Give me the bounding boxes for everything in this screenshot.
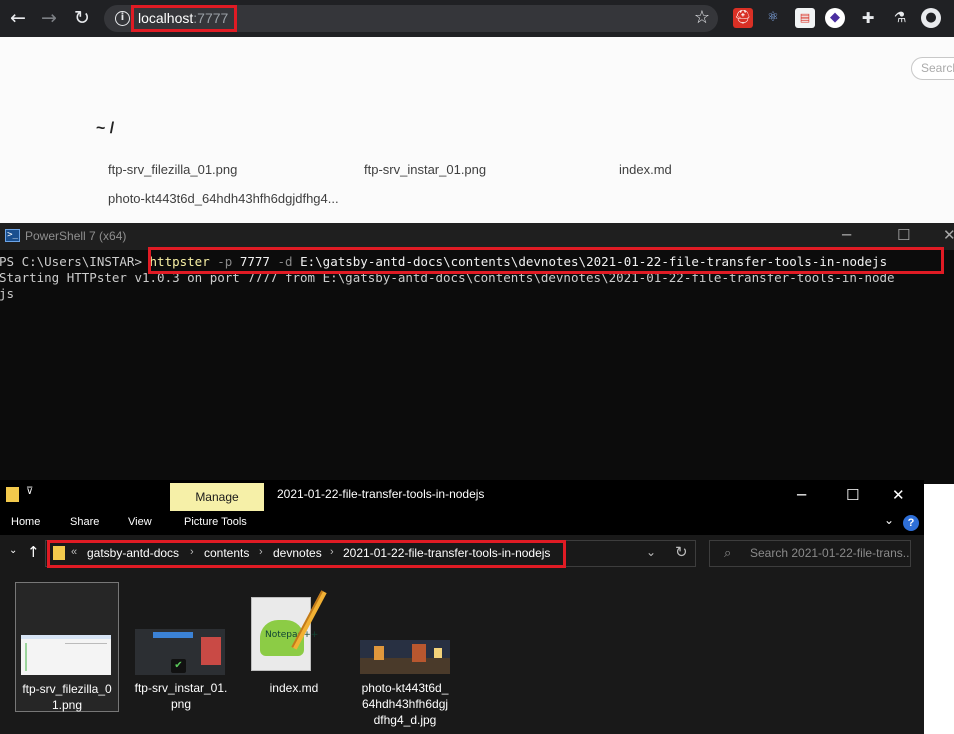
react-devtools-icon[interactable]: ⚛ <box>763 8 783 28</box>
refresh-icon[interactable]: ↻ <box>675 543 688 561</box>
explorer-title: 2021-01-22-file-transfer-tools-in-nodejs <box>277 487 485 501</box>
url-host: localhost <box>138 10 194 26</box>
file-link[interactable]: ftp-srv_instar_01.png <box>364 162 486 177</box>
image-thumbnail: ✔ <box>135 629 225 675</box>
labs-icon[interactable]: ⚗ <box>890 8 910 28</box>
file-tile[interactable]: photo-kt443t6d_ 64hdh43hfh6dgj dfhg4_d.j… <box>355 582 455 727</box>
powershell-icon: >_ <box>5 229 20 242</box>
extension-icon-1[interactable]: ⛑ <box>733 8 753 28</box>
powershell-window: >_ PowerShell 7 (x64) ─ ☐ ✕ PS C:\Users\… <box>0 223 954 484</box>
file-tile[interactable]: Notepad++ index.md <box>244 582 344 712</box>
powershell-titlebar: >_ PowerShell 7 (x64) ─ ☐ ✕ <box>0 223 954 250</box>
tab-home[interactable]: Home <box>11 516 40 528</box>
output-line: js <box>0 286 15 301</box>
file-tile[interactable]: ✔ ftp-srv_instar_01. png <box>131 582 231 712</box>
powershell-title: PowerShell 7 (x64) <box>25 229 127 243</box>
profile-icon[interactable]: ● <box>921 8 941 28</box>
folder-icon <box>6 487 19 502</box>
tab-view[interactable]: View <box>128 516 152 528</box>
url-highlight[interactable]: localhost:7777 <box>131 5 237 32</box>
page-breadcrumb: ~ / <box>96 120 115 137</box>
maximize-icon[interactable]: ☐ <box>846 486 859 504</box>
web-page: Search ~ / ftp-srv_filezilla_01.png ftp-… <box>0 37 954 223</box>
file-label: ftp-srv_filezilla_0 1.png <box>22 682 112 712</box>
prompt: PS C:\Users\INSTAR> <box>0 254 150 269</box>
minimize-icon[interactable]: ─ <box>842 226 851 244</box>
recent-locations-icon[interactable]: ⌄ <box>9 545 17 556</box>
file-label: ftp-srv_instar_01. png <box>134 681 228 711</box>
image-thumbnail <box>21 635 111 675</box>
file-link[interactable]: index.md <box>619 162 672 177</box>
quick-access-dropdown-icon[interactable]: ⊽ <box>26 486 33 497</box>
explorer-ribbon: ⊽ Manage 2021-01-22-file-transfer-tools-… <box>0 480 924 535</box>
tab-share[interactable]: Share <box>70 516 99 528</box>
reload-icon[interactable]: ↻ <box>70 6 94 30</box>
extension-icon-3[interactable]: ▤ <box>795 8 815 28</box>
address-dropdown-icon[interactable]: ⌄ <box>646 545 656 559</box>
image-thumbnail <box>360 640 450 674</box>
maximize-icon[interactable]: ☐ <box>897 226 910 244</box>
browser-toolbar: ← → ↻ i localhost:7777 ☆ ⛑ ⚛ ▤ ◆ ✚ ⚗ ● <box>0 0 954 37</box>
file-label: index.md <box>269 681 319 695</box>
extension-icon-4[interactable]: ◆ <box>825 8 845 28</box>
search-placeholder: Search 2021-01-22-file-trans... <box>750 546 911 560</box>
explorer-search-input[interactable]: ⌕ Search 2021-01-22-file-trans... <box>709 540 911 567</box>
close-icon[interactable]: ✕ <box>892 486 905 504</box>
path-highlight <box>47 540 566 568</box>
tab-manage[interactable]: Manage <box>170 483 264 511</box>
help-icon[interactable]: ? <box>903 515 919 531</box>
url-port: :7777 <box>193 10 229 26</box>
back-icon[interactable]: ← <box>6 6 30 30</box>
minimize-icon[interactable]: ─ <box>797 486 806 504</box>
search-icon: ⌕ <box>724 546 732 561</box>
file-label: photo-kt443t6d_ 64hdh43hfh6dgj dfhg4_d.j… <box>361 681 449 727</box>
tab-picture-tools[interactable]: Picture Tools <box>184 516 247 528</box>
info-icon[interactable]: i <box>115 11 130 26</box>
address-bar[interactable]: i localhost:7777 ☆ <box>104 5 718 32</box>
close-icon[interactable]: ✕ <box>943 226 954 244</box>
page-search-input[interactable]: Search <box>911 57 954 80</box>
file-explorer-window: ⊽ Manage 2021-01-22-file-transfer-tools-… <box>0 480 924 734</box>
chevron-down-icon[interactable]: ⌄ <box>884 513 894 527</box>
extensions-icon[interactable]: ✚ <box>858 8 878 28</box>
star-icon[interactable]: ☆ <box>694 7 710 29</box>
file-link[interactable]: ftp-srv_filezilla_01.png <box>108 162 237 177</box>
file-tile[interactable]: ftp-srv_filezilla_0 1.png <box>15 582 119 712</box>
up-arrow-icon[interactable]: ↑ <box>27 543 40 561</box>
file-link[interactable]: photo-kt443t6d_64hdh43hfh6dgjdfhg4... <box>108 191 339 206</box>
forward-icon[interactable]: → <box>37 6 61 30</box>
command-highlight <box>148 247 944 274</box>
